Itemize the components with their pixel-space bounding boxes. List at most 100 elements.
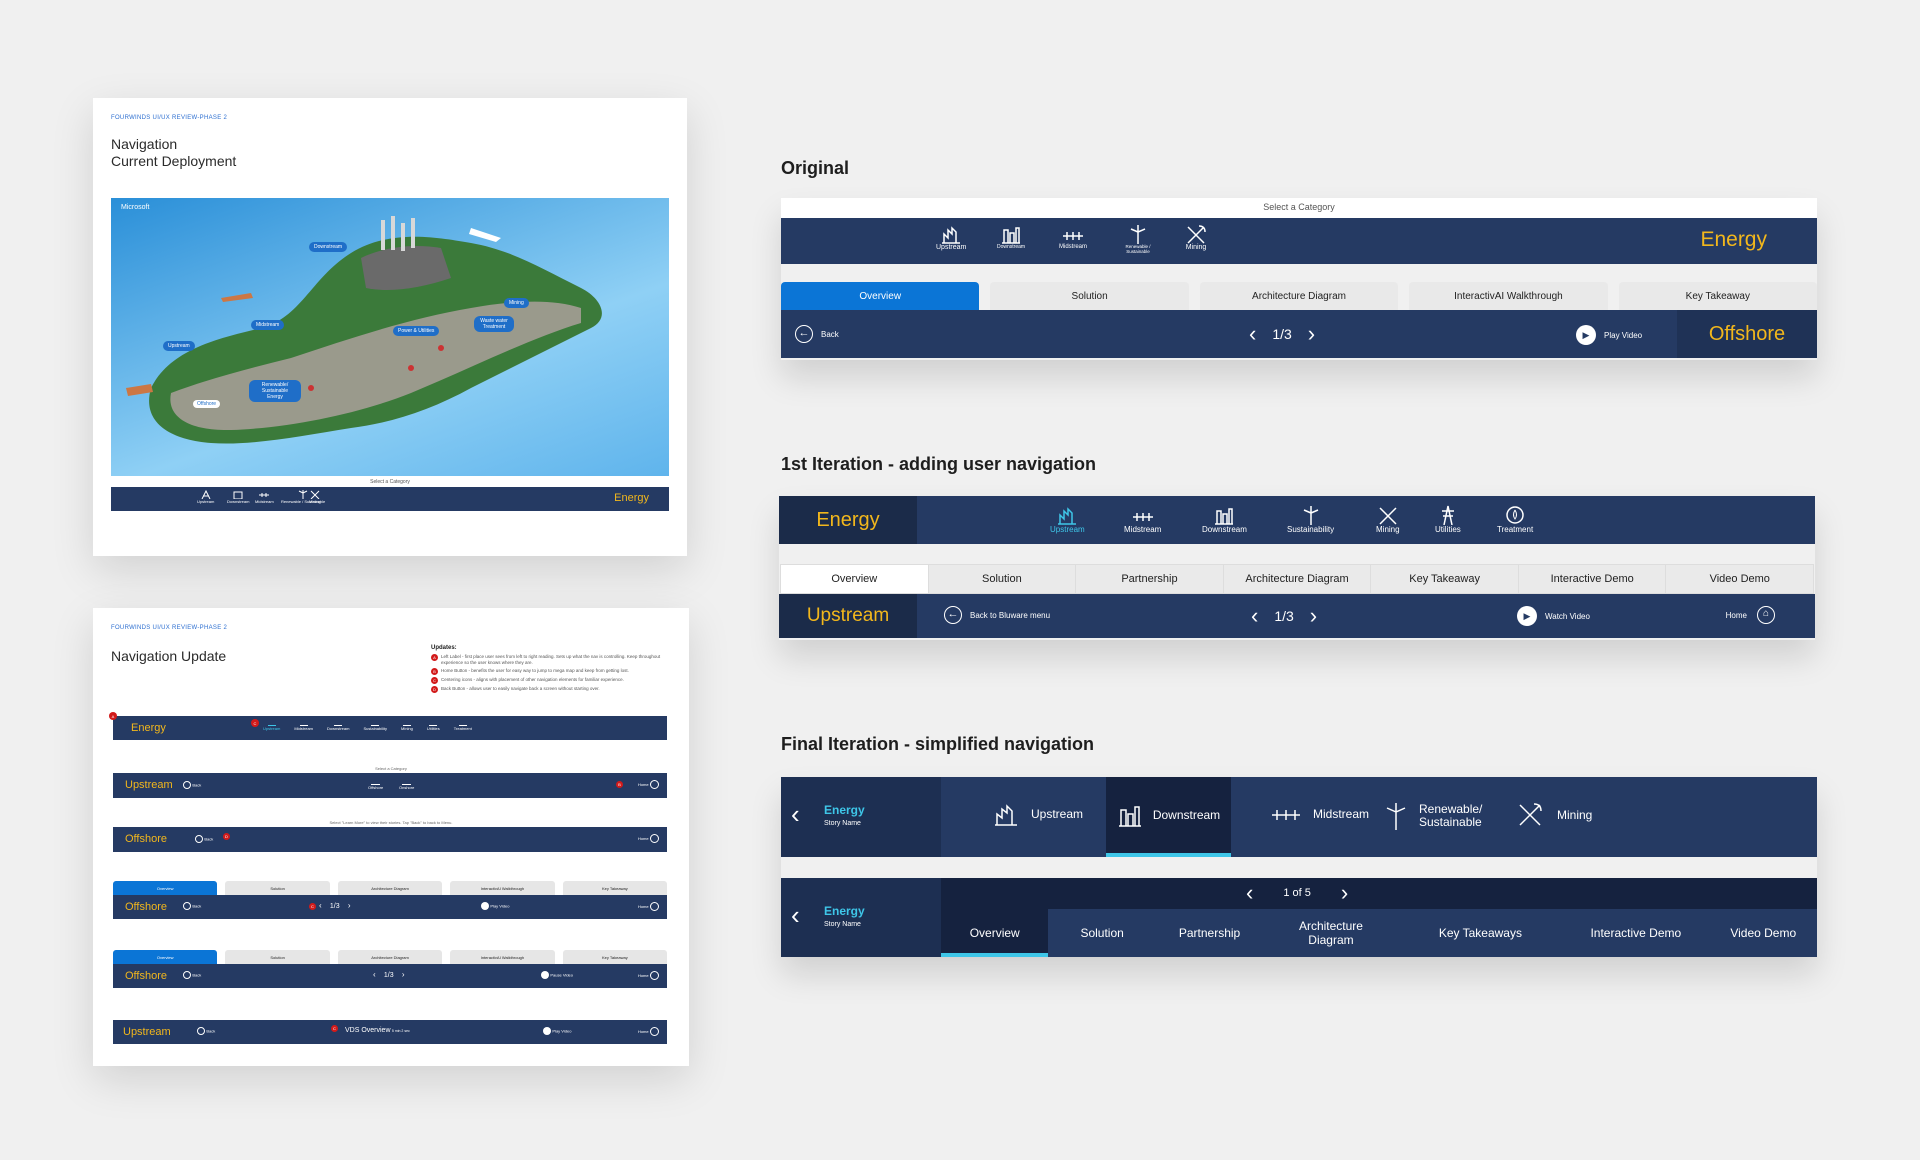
tab-partnership[interactable]: Partnership xyxy=(1156,909,1263,957)
home-button[interactable]: Home xyxy=(638,971,659,980)
tab-interactivai-walkthrough[interactable]: InteractivAI Walkthrough xyxy=(1409,282,1608,310)
tab-key-takeaways[interactable]: Key Takeaways xyxy=(1399,909,1562,957)
map-label-waste-water[interactable]: Waste water Treatment xyxy=(474,316,514,332)
tab-interactive-demo[interactable]: Interactive Demo xyxy=(1562,909,1709,957)
play-video-button[interactable]: Play Video xyxy=(543,1027,571,1035)
nav-downstream[interactable]: Downstream xyxy=(327,719,349,731)
nav-sustainability[interactable]: Sustainability xyxy=(1287,505,1334,534)
nav-upstream[interactable]: Upstream xyxy=(197,490,214,504)
tab-architecture-diagram[interactable]: Architecture Diagram xyxy=(1199,282,1399,310)
tab-architecture-diagram[interactable]: Architecture Diagram xyxy=(337,881,443,895)
home-button[interactable]: Home ⌂ xyxy=(1726,606,1775,624)
nav-utilities[interactable]: Utilities xyxy=(1435,505,1461,534)
nav-midstream[interactable]: Midstream xyxy=(255,490,274,504)
map-label-midstream[interactable]: Midstream xyxy=(251,320,285,330)
tab-key-takeaway[interactable]: Key Takeaway xyxy=(1618,282,1818,310)
tab-solution[interactable]: Solution xyxy=(927,565,1076,593)
nav-mining[interactable]: Mining xyxy=(1376,505,1400,534)
tab-key-takeaway[interactable]: Key Takeaway xyxy=(562,950,668,964)
tab-solution[interactable]: Solution xyxy=(225,881,330,895)
back-chevron-icon[interactable]: ‹ xyxy=(791,799,800,830)
nav-renewable[interactable]: Renewable/ Sustainable xyxy=(1383,802,1489,830)
home-button[interactable]: Home xyxy=(638,1027,659,1036)
map-label-downstream[interactable]: Downstream xyxy=(309,242,348,252)
tab-architecture-diagram[interactable]: Architecture Diagram xyxy=(1263,909,1398,957)
pager[interactable]: ‹ 1/3 › xyxy=(1251,603,1317,629)
next-arrow-icon[interactable]: › xyxy=(1341,880,1348,906)
left-label: Upstream xyxy=(125,779,173,791)
nav-downstream[interactable]: Downstream xyxy=(1202,505,1247,534)
nav-midstream[interactable]: Midstream xyxy=(1124,505,1161,534)
map-label-power-utilities[interactable]: Power & Utilities xyxy=(393,326,440,336)
tab-video-demo[interactable]: Video Demo xyxy=(1710,909,1817,957)
nav-upstream[interactable]: Upstream xyxy=(1050,505,1085,534)
tab-architecture-diagram[interactable]: Architecture Diagram xyxy=(1222,565,1371,593)
pager[interactable]: ‹ 1/3 › xyxy=(319,901,351,910)
nav-downstream[interactable]: Downstream xyxy=(1106,777,1231,857)
bar3-caption: Select "Learn More" to view their storie… xyxy=(329,820,453,825)
map-label-upstream[interactable]: Upstream xyxy=(163,341,195,351)
back-button[interactable]: Back xyxy=(197,1027,215,1035)
nav-treatment[interactable]: Treatment xyxy=(454,719,472,731)
play-video-button[interactable]: ▶ Play Video xyxy=(1576,325,1642,345)
next-arrow-icon[interactable]: › xyxy=(1310,603,1317,629)
nav-midstream[interactable]: Midstream xyxy=(1271,802,1369,826)
nav-mining[interactable]: Mining xyxy=(1185,224,1207,251)
tab-overview[interactable]: Overview xyxy=(941,909,1049,957)
nav-mining[interactable]: Mining xyxy=(1517,802,1592,828)
map-label-renewable[interactable]: Renewable/ Sustainable Energy xyxy=(249,380,301,402)
nav-downstream[interactable]: Downstream xyxy=(997,224,1025,250)
tab-overview[interactable]: Overview xyxy=(781,282,980,310)
tab-partnership[interactable]: Partnership xyxy=(1075,565,1223,593)
home-button[interactable]: Home xyxy=(638,780,659,789)
tab-solution[interactable]: Solution xyxy=(990,282,1189,310)
nav-upstream[interactable]: Upstream xyxy=(936,224,966,251)
nav-upstream[interactable]: Upstream xyxy=(993,802,1083,826)
tab-overview[interactable]: Overview xyxy=(113,881,218,895)
nav-midstream[interactable]: Midstream xyxy=(1059,224,1087,250)
map-label-offshore[interactable]: Offshore xyxy=(193,400,221,408)
pager[interactable]: ‹ 1 of 5 › xyxy=(1246,880,1348,906)
home-button[interactable]: Home xyxy=(638,834,659,843)
back-button[interactable]: Back xyxy=(183,971,201,979)
back-button[interactable]: Back xyxy=(195,835,213,843)
nav-renewable[interactable]: Renewable / Sustainable xyxy=(1121,224,1155,254)
nav-treatment[interactable]: Treatment xyxy=(1497,505,1533,534)
prev-arrow-icon[interactable]: ‹ xyxy=(1249,321,1256,347)
tab-overview[interactable]: Overview xyxy=(781,565,928,593)
nav-mining[interactable]: Mining xyxy=(401,719,413,731)
tab-video-demo[interactable]: Video Demo xyxy=(1665,565,1814,593)
tab-solution[interactable]: Solution xyxy=(1048,909,1155,957)
tab-key-takeaway[interactable]: Key Takeaway xyxy=(1370,565,1518,593)
back-button[interactable]: Back xyxy=(183,781,201,789)
nav-mining[interactable]: Mining xyxy=(309,490,321,504)
back-button[interactable]: ← Back to Bluware menu xyxy=(944,606,1050,624)
watch-video-button[interactable]: ▶ Watch Video xyxy=(1517,606,1590,626)
nav-downstream[interactable]: Downstream xyxy=(227,490,249,504)
tab-interactive-demo[interactable]: Interactive Demo xyxy=(1517,565,1666,593)
tab-overview[interactable]: Overview xyxy=(113,950,218,964)
home-button[interactable]: Home xyxy=(638,902,659,911)
pager[interactable]: ‹ 1/3 › xyxy=(1249,321,1315,347)
nav-offshore[interactable]: Offshore xyxy=(368,776,383,790)
tab-interactivai-walkthrough[interactable]: InteractivAI Walkthrough xyxy=(450,950,555,964)
nav-midstream[interactable]: Midstream xyxy=(294,719,313,731)
tab-solution[interactable]: Solution xyxy=(225,950,330,964)
pause-video-button[interactable]: Pause Video xyxy=(541,971,573,979)
next-arrow-icon[interactable]: › xyxy=(1308,321,1315,347)
nav-onshore[interactable]: Onshore xyxy=(399,776,414,790)
back-button[interactable]: ← Back xyxy=(795,325,839,343)
nav-upstream[interactable]: Upstream xyxy=(263,719,280,731)
back-button[interactable]: Back xyxy=(183,902,201,910)
play-video-button[interactable]: Play Video xyxy=(481,902,509,910)
tab-key-takeaway[interactable]: Key Takeaway xyxy=(562,881,668,895)
prev-arrow-icon[interactable]: ‹ xyxy=(1251,603,1258,629)
tab-architecture-diagram[interactable]: Architecture Diagram xyxy=(337,950,443,964)
back-chevron-icon[interactable]: ‹ xyxy=(791,900,800,931)
nav-sustainability[interactable]: Sustainability xyxy=(363,719,387,731)
prev-arrow-icon[interactable]: ‹ xyxy=(1246,880,1253,906)
pager[interactable]: ‹ 1/3 › xyxy=(373,970,405,979)
tab-interactivai-walkthrough[interactable]: InteractivAI Walkthrough xyxy=(450,881,555,895)
map-label-mining[interactable]: Mining xyxy=(504,298,529,308)
nav-utilities[interactable]: Utilities xyxy=(427,719,440,731)
